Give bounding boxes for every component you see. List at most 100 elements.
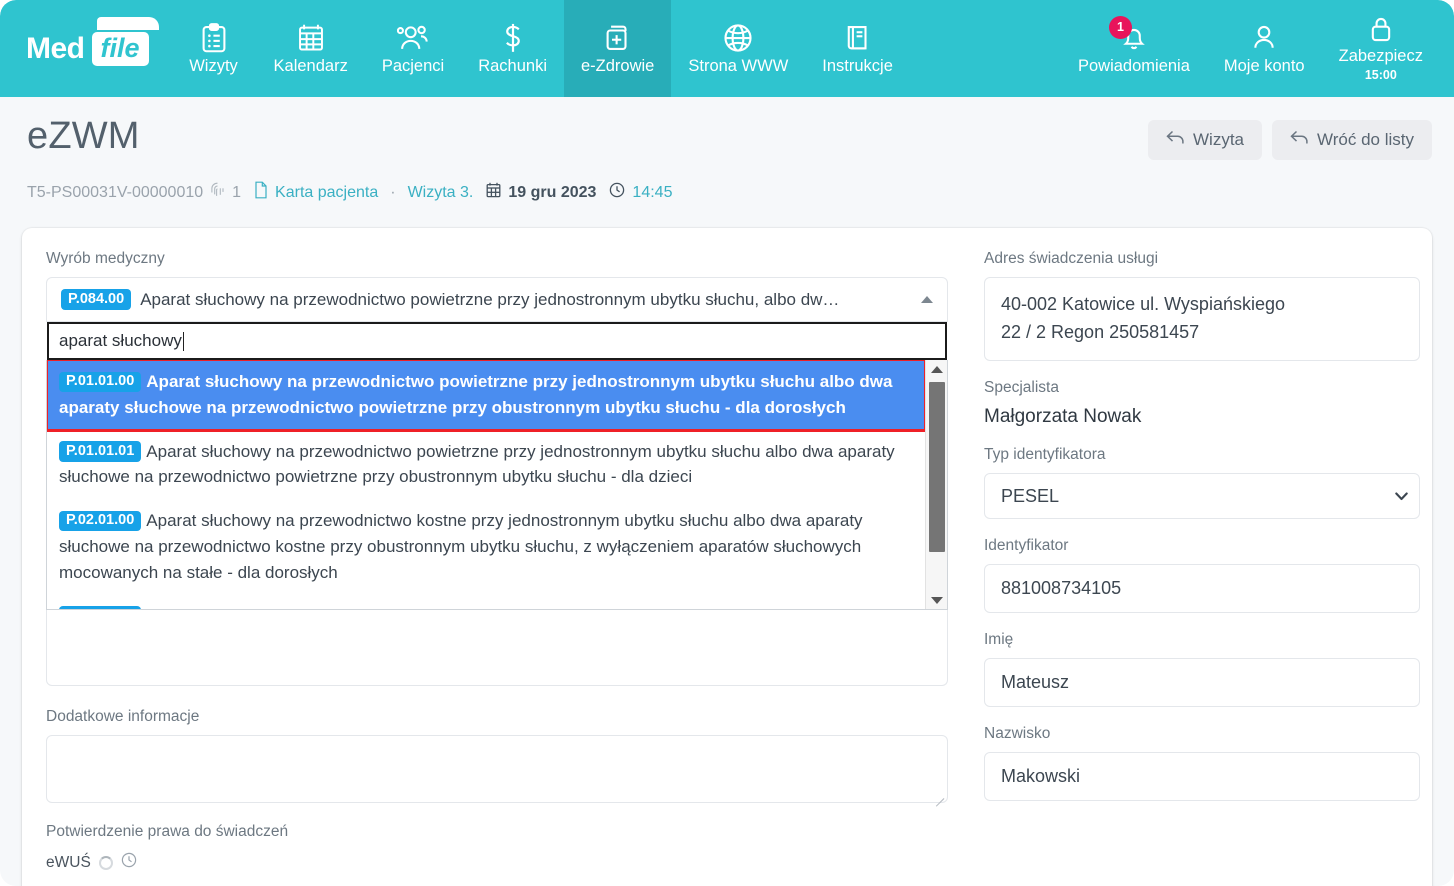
id-type-select[interactable]: PESEL xyxy=(984,473,1420,519)
globe-icon xyxy=(723,23,753,53)
option-code-badge: P.01.01.00 xyxy=(59,371,142,392)
options-scrollbar[interactable] xyxy=(925,360,947,609)
selected-code-badge: P.084.00 xyxy=(61,289,132,310)
address-label: Adres świadczenia usługi xyxy=(984,250,1159,267)
nav-label: Powiadomienia xyxy=(1077,56,1190,75)
scroll-up-button[interactable] xyxy=(926,360,947,379)
scroll-up-arrow-icon xyxy=(930,366,943,373)
folder-icon xyxy=(96,17,159,31)
id-type-select-wrap: PESEL xyxy=(984,473,1420,519)
device-combobox: P.084.00 Aparat słuchowy na przewodnictw… xyxy=(46,277,948,686)
nav-label: Pacjenci xyxy=(381,56,445,75)
address-value: 40-002 Katowice ul. Wyspiańskiego 22 / 2… xyxy=(984,277,1420,361)
device-options-inner: P.01.01.00 Aparat słuchowy na przewodnict… xyxy=(47,360,927,609)
nav-label: Kalendarz xyxy=(273,56,348,75)
arrow-back-icon xyxy=(1290,130,1309,150)
identifier-input[interactable]: 881008734105 xyxy=(984,564,1420,613)
nav-item-moje-konto[interactable]: Moje konto xyxy=(1207,0,1322,97)
breadcrumb: T5-PS00031V-00000010 1 Karta pacjenta · xyxy=(27,181,672,204)
text-caret xyxy=(182,331,184,351)
clock-icon xyxy=(609,182,625,203)
nav-item-e-zdrowie[interactable]: e-Zdrowie xyxy=(564,0,672,97)
user-icon xyxy=(1250,23,1278,53)
scroll-down-button[interactable] xyxy=(926,591,947,609)
back-to-list-button-label: Wróć do listy xyxy=(1317,130,1414,149)
nav-item-strona-www[interactable]: Strona WWW xyxy=(671,0,805,97)
first-name-label: Imię xyxy=(984,631,1014,648)
nav-label: Instrukcje xyxy=(822,56,893,75)
meta-separator: · xyxy=(390,183,396,201)
content-card: Wyrób medyczny P.084.00 Aparat słuchowy … xyxy=(22,228,1432,886)
nav-label: Moje konto xyxy=(1223,56,1305,75)
list-item[interactable]: P.02.01.00 Aparat słuchowy na przewodnict… xyxy=(47,499,925,594)
top-navigation-bar: Med file Wizyty Kalendarz Pacjenci Rachu… xyxy=(0,0,1454,97)
id-type-label: Typ identyfikatora xyxy=(984,446,1106,463)
visit-number: Wizyta 3. xyxy=(407,183,474,201)
option-text: Aparat słuchowy na przewodnictwo kostne … xyxy=(59,511,863,582)
resize-handle-icon[interactable] xyxy=(934,789,945,807)
wizyta-button-label: Wizyta xyxy=(1193,130,1244,149)
nav-item-kalendarz[interactable]: Kalendarz xyxy=(257,0,365,97)
patient-card-link[interactable]: Karta pacjenta xyxy=(275,184,378,202)
device-options-list[interactable]: P.01.01.00 Aparat słuchowy na przewodnict… xyxy=(46,360,948,610)
bell-icon: 1 xyxy=(1108,15,1148,53)
calendar-small-icon xyxy=(486,182,501,203)
device-field-label: Wyrób medyczny xyxy=(46,250,165,267)
back-to-list-button[interactable]: Wróć do listy xyxy=(1272,120,1432,160)
visit-time: 14:45 xyxy=(632,183,673,201)
scroll-down-arrow-icon xyxy=(931,597,943,604)
nav-item-zabezpiecz[interactable]: Zabezpiecz 15:00 xyxy=(1322,0,1440,97)
option-code-badge: P.01.01.01 xyxy=(59,441,142,462)
brand-file-text: file xyxy=(91,32,149,67)
nav-item-pacjenci[interactable]: Pacjenci xyxy=(365,0,461,97)
list-item[interactable]: P.01.01.00 Aparat słuchowy na przewodnict… xyxy=(47,360,927,432)
list-item[interactable]: P.01.01.01 Aparat słuchowy na przewodnict… xyxy=(47,430,925,500)
brand-logo[interactable]: Med file xyxy=(0,0,171,97)
brand-med-text: Med xyxy=(26,31,85,65)
nav-label: Zabezpiecz xyxy=(1338,47,1423,66)
document-id: T5-PS00031V-00000010 xyxy=(27,183,204,201)
clipboard-icon xyxy=(200,22,228,53)
rights-confirmation-label: Potwierdzenie prawa do świadczeń xyxy=(46,823,289,840)
calendar-icon xyxy=(297,23,325,53)
file-icon xyxy=(254,181,268,204)
specialist-value: Małgorzata Nowak xyxy=(984,406,1142,427)
option-code-badge: P.02.01.01 xyxy=(59,606,142,609)
page-title: eZWM xyxy=(27,115,140,157)
nav-items: Wizyty Kalendarz Pacjenci Rachunki e-Zdr… xyxy=(171,0,910,97)
book-icon xyxy=(844,23,872,53)
last-name-input[interactable]: Makowski xyxy=(984,752,1420,801)
notification-count-badge: 1 xyxy=(1108,15,1132,39)
first-name-input[interactable]: Mateusz xyxy=(984,658,1420,707)
loading-spinner-icon xyxy=(98,855,113,870)
chevron-up-icon[interactable] xyxy=(921,296,933,303)
option-text: Aparat słuchowy na przewodnictwo powietr… xyxy=(59,441,895,487)
fingerprint-icon xyxy=(210,182,225,204)
address-line-1: 40-002 Katowice ul. Wyspiańskiego xyxy=(1001,294,1285,314)
nav-item-powiadomienia[interactable]: 1 Powiadomienia xyxy=(1061,0,1207,97)
visit-date: 19 gru 2023 xyxy=(508,183,597,201)
brand-file-wrap: file xyxy=(91,17,159,67)
ewus-status-row: eWUŚ xyxy=(46,852,948,873)
wizyta-button[interactable]: Wizyta xyxy=(1148,120,1262,160)
nav-item-instrukcje[interactable]: Instrukcje xyxy=(805,0,910,97)
header-buttons: Wizyta Wróć do listy xyxy=(1148,120,1432,160)
last-name-label: Nazwisko xyxy=(984,725,1051,742)
additional-info-label: Dodatkowe informacje xyxy=(46,708,200,725)
nav-item-rachunki[interactable]: Rachunki xyxy=(461,0,564,97)
nav-right-group: 1 Powiadomienia Moje konto Zabezpiecz 15… xyxy=(1061,0,1454,97)
device-select-control[interactable]: P.084.00 Aparat słuchowy na przewodnictw… xyxy=(46,277,948,322)
additional-info-textarea[interactable] xyxy=(46,735,948,807)
list-item[interactable]: P.02.01.01 Aparat słuchowy na przewodnict… xyxy=(47,595,925,609)
scrollbar-thumb[interactable] xyxy=(929,382,945,552)
fingerprint-count: 1 xyxy=(232,183,242,201)
device-search-input[interactable]: aparat słuchowy xyxy=(47,322,947,360)
option-code-badge: P.02.01.00 xyxy=(59,510,142,532)
address-line-2: 22 / 2 Regon 250581457 xyxy=(1001,321,1200,342)
nav-item-wizyty[interactable]: Wizyty xyxy=(171,0,257,97)
device-field-body xyxy=(46,610,948,686)
option-text: Aparat słuchowy na przewodnictwo powietr… xyxy=(59,372,893,417)
selected-device-text: Aparat słuchowy na przewodnictwo powietr… xyxy=(140,289,840,309)
